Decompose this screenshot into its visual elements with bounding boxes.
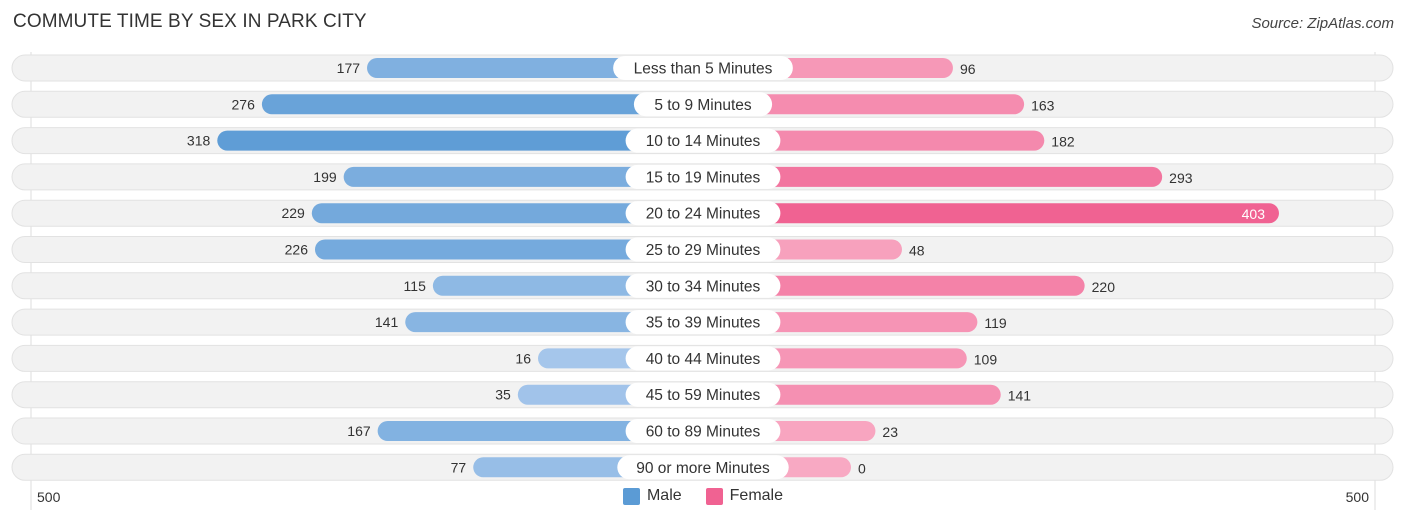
value-label-female: 48 [909, 243, 925, 259]
value-label-male: 16 [515, 350, 531, 366]
value-label-female: 220 [1092, 279, 1116, 295]
bar-female [703, 203, 1279, 224]
category-label: 15 to 19 Minutes [646, 169, 761, 186]
value-label-male: 177 [337, 60, 361, 76]
category-label: 10 to 14 Minutes [646, 133, 761, 150]
value-label-male: 77 [451, 459, 467, 475]
category-label: 30 to 34 Minutes [646, 278, 761, 295]
value-label-male: 141 [375, 314, 399, 330]
value-label-female: 293 [1169, 170, 1193, 186]
category-label: 5 to 9 Minutes [654, 97, 752, 114]
value-label-female: 0 [858, 460, 866, 476]
value-label-male: 229 [281, 205, 305, 221]
value-label-female: 23 [882, 424, 898, 440]
value-label-female: 182 [1051, 134, 1075, 150]
value-label-female: 403 [1242, 206, 1266, 222]
value-label-female: 96 [960, 61, 976, 77]
value-label-male: 318 [187, 133, 211, 149]
category-label: 40 to 44 Minutes [646, 351, 761, 368]
legend-label-female: Female [729, 487, 784, 504]
chart-canvas: 177 96 Less than 5 Minutes 276 163 5 to 9 Min… [11, 52, 1394, 510]
value-label-female: 163 [1031, 97, 1055, 113]
legend-swatch-male [622, 487, 640, 505]
value-label-male: 115 [404, 278, 427, 294]
legend-item-male[interactable]: Male [622, 487, 682, 505]
category-label: Less than 5 Minutes [634, 61, 773, 78]
legend-swatch-female [705, 487, 723, 505]
value-label-male: 167 [347, 423, 371, 439]
value-label-male: 199 [313, 169, 337, 185]
category-label: 35 to 39 Minutes [646, 315, 761, 332]
legend-label-male: Male [646, 487, 682, 504]
category-label: 90 or more Minutes [636, 460, 770, 477]
category-label: 45 to 59 Minutes [646, 387, 761, 404]
value-label-female: 119 [984, 315, 1007, 331]
value-label-male: 276 [232, 96, 256, 112]
legend-item-female[interactable]: Female [705, 487, 784, 505]
value-label-female: 109 [974, 351, 998, 367]
category-label: 20 to 24 Minutes [646, 206, 761, 223]
value-label-male: 35 [495, 387, 511, 403]
value-label-male: 226 [285, 242, 309, 258]
legend: Male Female [0, 487, 1406, 505]
value-label-female: 141 [1008, 388, 1032, 404]
category-label: 25 to 29 Minutes [646, 242, 761, 259]
category-label: 60 to 89 Minutes [646, 424, 761, 441]
